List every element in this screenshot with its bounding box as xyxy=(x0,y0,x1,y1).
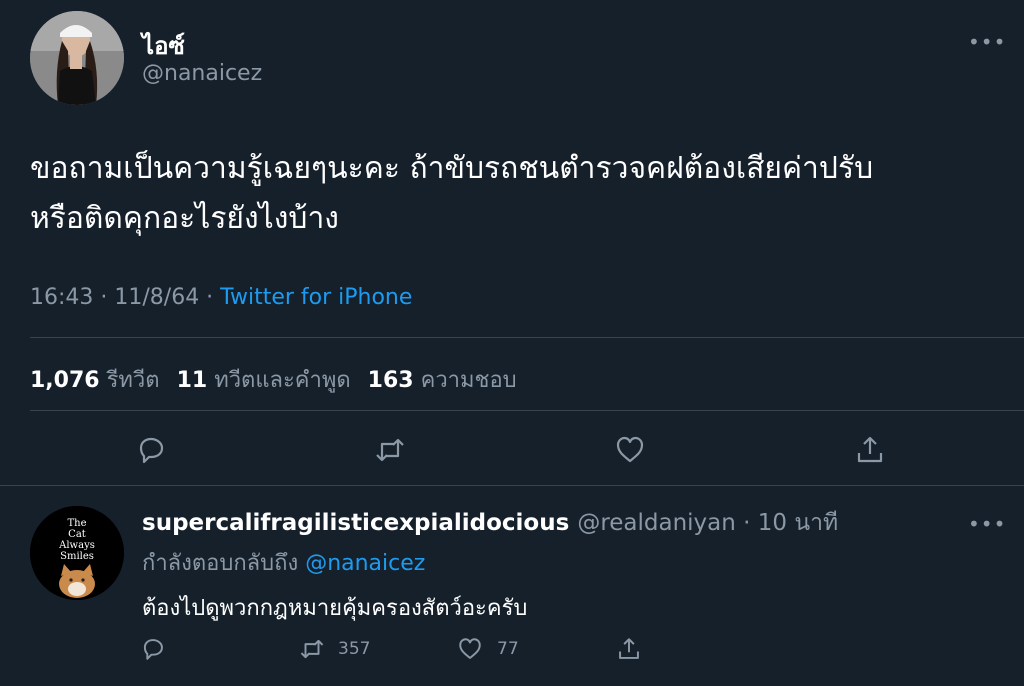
replying-to-label: กำลังตอบกลับถึง xyxy=(142,551,306,576)
retweets-count[interactable]: 1,076 xyxy=(30,368,100,393)
replying-to: กำลังตอบกลับถึง @nanaicez xyxy=(142,545,425,580)
reply-like-count[interactable]: 77 xyxy=(497,639,519,659)
reply-handle-time[interactable]: @realdaniyan · 10 นาที xyxy=(577,510,838,536)
cat-avatar-image: The Cat Always Smiles xyxy=(30,506,124,600)
tweet-source-link[interactable]: Twitter for iPhone xyxy=(220,285,412,310)
reply-icon[interactable] xyxy=(135,434,167,466)
divider xyxy=(30,337,1024,338)
avatar[interactable] xyxy=(30,11,124,105)
divider xyxy=(0,485,1024,486)
avatar-text-line: Cat xyxy=(68,529,86,540)
user-handle[interactable]: @nanaicez xyxy=(142,61,262,86)
retweet-icon[interactable] xyxy=(299,636,325,662)
tweet-stats: 1,076 รีทวีต 11 ทวีตและคำพูด 163 ความชอบ xyxy=(30,362,527,397)
avatar-text-line: Smiles xyxy=(60,551,94,562)
quotes-count[interactable]: 11 xyxy=(177,368,208,393)
reply-icon[interactable] xyxy=(140,636,166,662)
more-horizontal-icon[interactable]: ••• xyxy=(968,514,1006,534)
display-name[interactable]: ไอซ์ xyxy=(142,26,185,65)
retweets-label[interactable]: รีทวีต xyxy=(107,368,160,393)
tweet-text: ขอถามเป็นความรู้เฉยๆนะคะ ถ้าขับรถชนตำรวจ… xyxy=(30,144,1000,244)
reply-text: ต้องไปดูพวกกฎหมายคุ้มครองสัตว์อะครับ xyxy=(142,596,528,621)
profile-photo xyxy=(30,11,124,105)
like-icon[interactable] xyxy=(614,434,646,466)
share-icon[interactable] xyxy=(854,434,886,466)
reply-retweet-count[interactable]: 357 xyxy=(338,639,370,659)
tweet-meta: 16:43 · 11/8/64 · Twitter for iPhone xyxy=(30,285,412,310)
replying-to-handle[interactable]: @nanaicez xyxy=(305,551,425,576)
reply-display-name[interactable]: supercalifragilisticexpialidocious xyxy=(142,510,569,536)
quotes-label[interactable]: ทวีตและคำพูด xyxy=(214,368,350,393)
like-icon[interactable] xyxy=(457,636,483,662)
tweet-timestamp[interactable]: 16:43 · 11/8/64 · xyxy=(30,285,220,310)
avatar-text-line: Always xyxy=(58,540,95,551)
reply-header: supercalifragilisticexpialidocious @real… xyxy=(142,505,838,541)
avatar-text-line: The xyxy=(67,518,86,529)
retweet-icon[interactable] xyxy=(374,434,406,466)
tweet-text-line-1: ขอถามเป็นความรู้เฉยๆนะคะ ถ้าขับรถชนตำรวจ… xyxy=(30,151,874,186)
share-icon[interactable] xyxy=(616,636,642,662)
likes-label[interactable]: ความชอบ xyxy=(421,368,517,393)
reply-avatar[interactable]: The Cat Always Smiles xyxy=(30,506,124,600)
tweet-text-line-2: หรือติดคุกอะไรยังไงบ้าง xyxy=(30,201,339,236)
likes-count[interactable]: 163 xyxy=(368,368,414,393)
divider xyxy=(30,410,1024,411)
more-horizontal-icon[interactable]: ••• xyxy=(968,32,1006,52)
